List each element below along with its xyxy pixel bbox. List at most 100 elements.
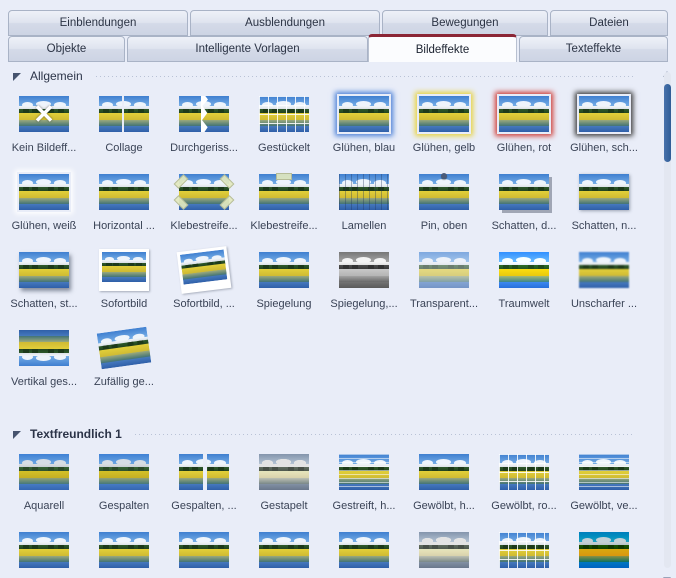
- effect-item[interactable]: Unscharfer ...: [564, 244, 644, 322]
- effect-thumbnail[interactable]: [324, 524, 404, 576]
- effect-item[interactable]: Durchgeriss...: [164, 88, 244, 166]
- effect-item[interactable]: Schatten, st...: [4, 244, 84, 322]
- effect-item[interactable]: Pin, oben: [404, 166, 484, 244]
- tab-einblendungen[interactable]: Einblendungen: [8, 10, 188, 36]
- effect-thumbnail[interactable]: [564, 166, 644, 218]
- section-header-allgemein[interactable]: Allgemein: [0, 66, 648, 86]
- effect-thumbnail[interactable]: [244, 244, 324, 296]
- effect-thumbnail[interactable]: [244, 446, 324, 498]
- effect-thumbnail[interactable]: [164, 244, 244, 296]
- effect-thumbnail[interactable]: [484, 244, 564, 296]
- effect-thumbnail[interactable]: [244, 166, 324, 218]
- effect-item[interactable]: [164, 524, 244, 578]
- effect-thumbnail[interactable]: [4, 446, 84, 498]
- effect-thumbnail[interactable]: [404, 524, 484, 576]
- effect-thumbnail[interactable]: [564, 446, 644, 498]
- tab-texteffekte[interactable]: Texteffekte: [519, 36, 668, 62]
- effect-item[interactable]: Gespalten: [84, 446, 164, 524]
- effect-item[interactable]: Gespalten, ...: [164, 446, 244, 524]
- effect-thumbnail[interactable]: [324, 446, 404, 498]
- effect-thumbnail[interactable]: [564, 88, 644, 140]
- effect-item[interactable]: Glühen, sch...: [564, 88, 644, 166]
- effect-thumbnail[interactable]: [404, 446, 484, 498]
- effect-item[interactable]: Klebestreife...: [244, 166, 324, 244]
- effect-item[interactable]: [324, 524, 404, 578]
- effect-item[interactable]: Transparent...: [404, 244, 484, 322]
- effect-item[interactable]: [404, 524, 484, 578]
- effect-thumbnail[interactable]: [84, 322, 164, 374]
- effect-thumbnail[interactable]: [484, 446, 564, 498]
- effect-thumbnail[interactable]: [484, 524, 564, 576]
- effect-thumbnail[interactable]: [84, 524, 164, 576]
- effect-thumbnail[interactable]: [84, 244, 164, 296]
- effect-thumbnail[interactable]: [4, 166, 84, 218]
- effect-thumbnail[interactable]: [404, 166, 484, 218]
- effect-thumbnail[interactable]: [164, 88, 244, 140]
- effect-item[interactable]: Gestapelt: [244, 446, 324, 524]
- effect-item[interactable]: Spiegelung,...: [324, 244, 404, 322]
- effect-item[interactable]: Lamellen: [324, 166, 404, 244]
- triangle-down-icon[interactable]: [12, 429, 23, 440]
- effect-item[interactable]: Glühen, gelb: [404, 88, 484, 166]
- effect-thumbnail[interactable]: [164, 524, 244, 576]
- effect-item[interactable]: ✕ Kein Bildeff...: [4, 88, 84, 166]
- effect-thumbnail[interactable]: [84, 88, 164, 140]
- effect-thumbnail[interactable]: [324, 244, 404, 296]
- effect-item[interactable]: Schatten, d...: [484, 166, 564, 244]
- effect-item[interactable]: [4, 524, 84, 578]
- effect-item[interactable]: Gewölbt, h...: [404, 446, 484, 524]
- effect-item[interactable]: Zufällig ge...: [84, 322, 164, 400]
- tab-bildeffekte[interactable]: Bildeffekte: [368, 34, 517, 62]
- vertical-scrollbar[interactable]: [660, 62, 674, 578]
- effect-thumbnail[interactable]: ✕: [4, 88, 84, 140]
- effect-thumbnail[interactable]: [404, 244, 484, 296]
- effect-item[interactable]: [244, 524, 324, 578]
- effect-thumbnail[interactable]: [564, 244, 644, 296]
- effect-item[interactable]: Gewölbt, ro...: [484, 446, 564, 524]
- effect-thumbnail[interactable]: [324, 88, 404, 140]
- effect-thumbnail[interactable]: [4, 524, 84, 576]
- effect-thumbnail[interactable]: [484, 88, 564, 140]
- effect-item[interactable]: Gestreift, h...: [324, 446, 404, 524]
- triangle-down-icon[interactable]: [12, 71, 23, 82]
- effect-item[interactable]: Collage: [84, 88, 164, 166]
- effect-thumbnail[interactable]: [164, 446, 244, 498]
- effect-thumbnail[interactable]: [404, 88, 484, 140]
- effect-thumbnail[interactable]: [564, 524, 644, 576]
- tab-bewegungen[interactable]: Bewegungen: [382, 10, 548, 36]
- effect-item[interactable]: Aquarell: [4, 446, 84, 524]
- tab-dateien[interactable]: Dateien: [550, 10, 668, 36]
- effect-thumbnail[interactable]: [84, 446, 164, 498]
- effect-thumbnail[interactable]: [324, 166, 404, 218]
- effect-item[interactable]: Horizontal ...: [84, 166, 164, 244]
- effect-item[interactable]: Spiegelung: [244, 244, 324, 322]
- effect-item[interactable]: Schatten, n...: [564, 166, 644, 244]
- effect-item[interactable]: Gestückelt: [244, 88, 324, 166]
- effect-thumbnail[interactable]: [484, 166, 564, 218]
- effect-thumbnail[interactable]: [4, 244, 84, 296]
- effect-item[interactable]: Glühen, rot: [484, 88, 564, 166]
- scrollbar-thumb[interactable]: [664, 84, 671, 162]
- effect-item[interactable]: [564, 524, 644, 578]
- effect-item[interactable]: [484, 524, 564, 578]
- effect-thumbnail[interactable]: [84, 166, 164, 218]
- effect-thumbnail[interactable]: [164, 166, 244, 218]
- effect-item[interactable]: [84, 524, 164, 578]
- effect-thumbnail[interactable]: [4, 322, 84, 374]
- scroll-up-arrow-icon[interactable]: [663, 64, 671, 77]
- effect-item[interactable]: Sofortbild, ...: [164, 244, 244, 322]
- effect-item[interactable]: Sofortbild: [84, 244, 164, 322]
- effect-item[interactable]: Klebestreife...: [164, 166, 244, 244]
- effect-item[interactable]: Gewölbt, ve...: [564, 446, 644, 524]
- effect-item[interactable]: Vertikal ges...: [4, 322, 84, 400]
- tab-intelligente-vorlagen[interactable]: Intelligente Vorlagen: [127, 36, 368, 62]
- effect-item[interactable]: Glühen, blau: [324, 88, 404, 166]
- scroll-down-arrow-icon[interactable]: [663, 570, 671, 578]
- effect-thumbnail[interactable]: [244, 88, 324, 140]
- tab-objekte[interactable]: Objekte: [8, 36, 125, 62]
- effect-item[interactable]: Traumwelt: [484, 244, 564, 322]
- section-header-textfreundlich-1[interactable]: Textfreundlich 1: [0, 424, 648, 444]
- effect-item[interactable]: Glühen, weiß: [4, 166, 84, 244]
- effect-thumbnail[interactable]: [244, 524, 324, 576]
- tab-ausblendungen[interactable]: Ausblendungen: [190, 10, 380, 36]
